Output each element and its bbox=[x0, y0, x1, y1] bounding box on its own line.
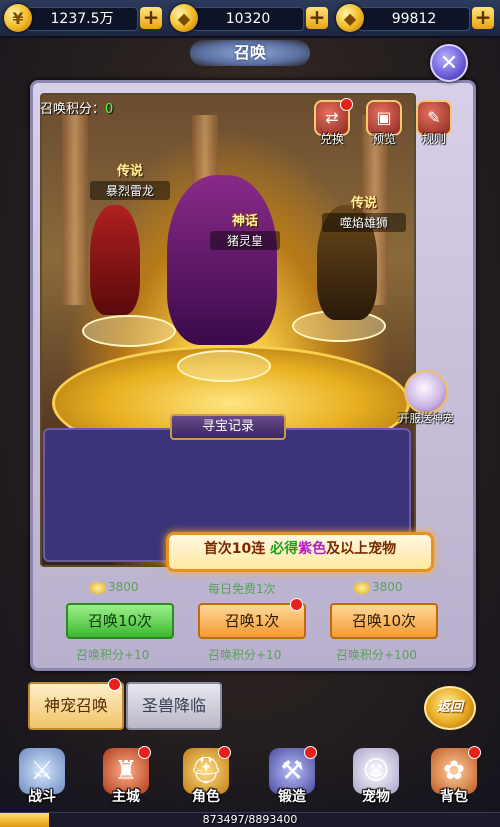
notification-badge bbox=[218, 746, 231, 759]
hero-label-thunder-dragon: 传说 暴烈雷龙 bbox=[90, 160, 170, 200]
gold-coin-icon: ¥ bbox=[4, 4, 32, 32]
close-button[interactable]: ✕ bbox=[430, 44, 468, 82]
tab-holy-beast[interactable]: 圣兽降临 bbox=[126, 682, 222, 730]
gold-ingot-lock-icon bbox=[90, 581, 106, 594]
add-gold-button[interactable]: + bbox=[140, 7, 162, 29]
close-icon: ✕ bbox=[439, 50, 459, 76]
summon-gain: 召唤积分+10 bbox=[76, 648, 150, 662]
summon-cost-value: 3800 bbox=[108, 580, 139, 594]
exchange-label: 兑换 bbox=[319, 132, 344, 146]
resource-bar: 1237.5万 ¥ + 10320 ◆ + 99812 ◆ + bbox=[0, 0, 500, 38]
pillar-decoration bbox=[62, 115, 88, 305]
hero-name: 猪灵皇 bbox=[210, 231, 280, 250]
promo-highlight: 必得 bbox=[270, 541, 299, 557]
nav-label: 背包 bbox=[440, 789, 468, 805]
summon-ten-bound-button[interactable]: 召唤10次 bbox=[66, 603, 174, 639]
gold-ingot-icon: ◆ bbox=[336, 4, 364, 32]
hero-rarity: 传说 bbox=[350, 196, 377, 211]
nav-battle[interactable]: ⚔ 战斗 bbox=[12, 748, 72, 806]
experience-text: 873497/8893400 bbox=[202, 813, 298, 826]
nav-label: 宠物 bbox=[362, 789, 390, 805]
hero-pad bbox=[82, 315, 176, 347]
nav-character[interactable]: ⛑ 角色 bbox=[176, 746, 236, 806]
summon-cost-value: 3800 bbox=[372, 580, 403, 594]
launch-gift-pet-button[interactable]: 开服送神宠 bbox=[396, 370, 456, 426]
summon-points: 召唤积分：0 bbox=[40, 98, 113, 117]
notification-badge bbox=[468, 746, 481, 759]
resource-ingot: 99812 ◆ + bbox=[336, 4, 496, 32]
add-bound-ingot-button[interactable]: + bbox=[306, 7, 328, 29]
promo-purple: 紫色 bbox=[298, 541, 327, 557]
nav-bag[interactable]: ✿ 背包 bbox=[424, 746, 484, 806]
hero-label-flame-lion: 传说 噬焰雄狮 bbox=[322, 192, 406, 232]
hero-rarity: 神话 bbox=[231, 214, 258, 229]
nav-label: 主城 bbox=[112, 789, 140, 805]
hero-name: 噬焰雄狮 bbox=[322, 213, 406, 232]
nav-pet[interactable]: ☺ 宠物 bbox=[346, 748, 406, 806]
gold-amount: 1237.5万 bbox=[26, 7, 138, 31]
pet-cat-icon bbox=[404, 370, 448, 414]
nav-forge[interactable]: ⚒ 锻造 bbox=[262, 746, 322, 806]
page-title: 召唤 bbox=[190, 40, 310, 66]
promo-banner: 首次10连 必得紫色及以上宠物 bbox=[166, 532, 434, 572]
notification-badge bbox=[290, 598, 303, 611]
hero-figure-pig-spirit-king[interactable] bbox=[167, 175, 277, 345]
back-button[interactable]: 返回 bbox=[424, 686, 476, 730]
resource-gold: 1237.5万 ¥ + bbox=[4, 4, 164, 32]
hero-rarity: 传说 bbox=[116, 164, 143, 179]
gold-ingot-lock-icon: ◆ bbox=[170, 4, 198, 32]
summon-cost: 每日免费1次 bbox=[208, 580, 276, 597]
treasure-log-title: 寻宝记录 bbox=[170, 414, 286, 440]
summon-ten-button[interactable]: 召唤10次 bbox=[330, 603, 438, 639]
hero-name: 暴烈雷龙 bbox=[90, 181, 170, 200]
hero-figure-thunder-dragon[interactable] bbox=[90, 205, 140, 315]
promo-text: 及以上宠物 bbox=[326, 541, 397, 557]
hero-label-pig-spirit-king: 神话 猪灵皇 bbox=[210, 210, 280, 250]
summon-cost: 3800 bbox=[90, 580, 139, 594]
nav-label: 战斗 bbox=[28, 789, 56, 805]
exchange-button[interactable]: ⇄ 兑换 bbox=[314, 98, 353, 147]
summon-gain: 召唤积分+100 bbox=[336, 648, 417, 662]
rules-button[interactable]: ✎ 规则 bbox=[416, 100, 452, 147]
summon-gain: 召唤积分+10 bbox=[208, 648, 282, 662]
nav-main-city[interactable]: ♜ 主城 bbox=[96, 746, 156, 806]
nav-label: 角色 bbox=[192, 789, 220, 805]
preview-button[interactable]: ▣ 预览 bbox=[366, 100, 402, 147]
ingot-amount: 99812 bbox=[358, 7, 470, 31]
hero-pad bbox=[177, 350, 271, 382]
summon-points-value: 0 bbox=[105, 102, 114, 117]
launch-gift-pet-label: 开服送神宠 bbox=[398, 412, 454, 425]
add-ingot-button[interactable]: + bbox=[472, 7, 494, 29]
notification-badge bbox=[304, 746, 317, 759]
summon-points-label: 召唤积分： bbox=[40, 102, 106, 117]
bound-ingot-amount: 10320 bbox=[192, 7, 304, 31]
summon-cost-value: 每日免费1次 bbox=[208, 582, 276, 596]
nav-label: 锻造 bbox=[278, 789, 306, 805]
promo-text: 首次10连 bbox=[203, 541, 271, 557]
resource-bound-ingot: 10320 ◆ + bbox=[170, 4, 330, 32]
preview-label: 预览 bbox=[371, 132, 396, 146]
rules-label: 规则 bbox=[421, 132, 446, 146]
summon-cost: 3800 bbox=[354, 580, 403, 594]
notification-badge bbox=[108, 678, 121, 691]
notification-badge bbox=[138, 746, 151, 759]
notification-badge bbox=[340, 98, 353, 111]
summon-once-button[interactable]: 召唤1次 bbox=[198, 603, 306, 639]
gold-ingot-icon bbox=[354, 581, 370, 594]
experience-bar: 873497/8893400 bbox=[0, 812, 500, 827]
